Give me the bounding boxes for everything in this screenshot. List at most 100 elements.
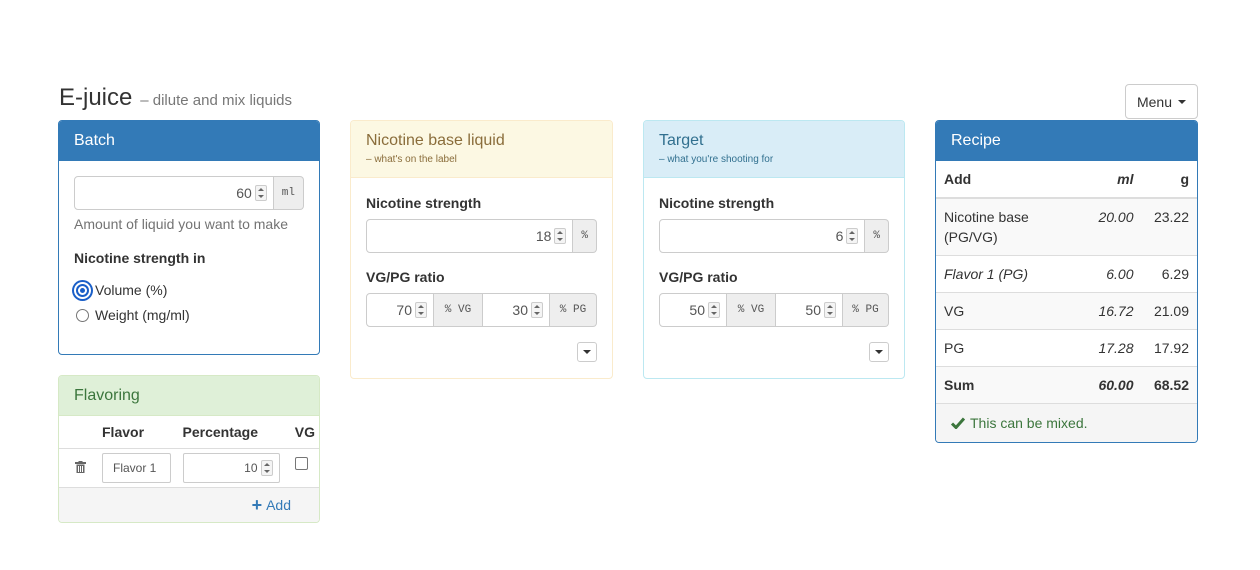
base-ratio-label: VG/PG ratio	[366, 269, 445, 285]
table-row: VG 16.72 21.09	[936, 292, 1197, 330]
spinner-icon[interactable]	[554, 228, 567, 244]
flavor-vg-checkbox[interactable]	[294, 456, 308, 470]
base-pg-value: 30	[512, 302, 528, 318]
nicotine-base-subtitle: – what's on the label	[366, 154, 457, 165]
target-strength-group: 6 %	[659, 219, 889, 253]
target-vg-unit: % VG	[727, 293, 775, 327]
nicotine-base-title: Nicotine base liquid	[366, 132, 505, 149]
radio-volume-label: Volume (%)	[95, 282, 168, 298]
recipe-row-name: VG	[936, 292, 1086, 330]
recipe-row-ml: 6.00	[1086, 255, 1142, 293]
page-subtitle: – dilute and mix liquids	[140, 92, 293, 109]
add-flavor-button[interactable]: + Add	[252, 496, 291, 514]
batch-panel: Batch 60 ml Amount of liquid you want to…	[58, 120, 320, 355]
target-pg-unit: % PG	[843, 293, 889, 327]
base-vg-input[interactable]: 70	[366, 293, 434, 327]
target-strength-unit: %	[865, 219, 889, 253]
col-flavor: Flavor	[102, 423, 145, 440]
base-strength-label: Nicotine strength	[366, 195, 482, 211]
spinner-icon[interactable]	[254, 185, 267, 201]
base-expand-button[interactable]	[577, 342, 597, 362]
nicotine-base-panel: Nicotine base liquid – what's on the lab…	[350, 120, 613, 379]
radio-checked-icon[interactable]	[76, 283, 89, 297]
col-ml: ml	[1086, 161, 1142, 199]
recipe-row-name: Nicotine base (PG/VG)	[936, 197, 1086, 256]
target-strength-input[interactable]: 6	[659, 219, 866, 253]
flavoring-table: Flavor Percentage VG Flavor 1 10	[59, 416, 319, 488]
recipe-row-name: Flavor 1 (PG)	[936, 255, 1086, 293]
caret-down-icon	[1178, 99, 1187, 104]
recipe-footer: This can be mixed.	[936, 403, 1197, 442]
recipe-row-ml: 16.72	[1086, 292, 1142, 330]
target-strength-value: 6	[835, 228, 844, 244]
radio-weight[interactable]: Weight (mg/ml)	[76, 307, 304, 323]
base-ratio-group: 70 % VG 30 % PG	[366, 293, 597, 327]
caret-down-icon	[875, 350, 883, 354]
amount-input[interactable]: 60	[74, 176, 274, 210]
flavor-percentage-value: 10	[244, 461, 258, 476]
recipe-row-g: 21.09	[1141, 292, 1197, 330]
spinner-icon[interactable]	[531, 302, 543, 318]
spinner-icon[interactable]	[708, 302, 720, 318]
page-title: E-juice	[59, 84, 133, 111]
recipe-row-g: 23.22	[1141, 197, 1197, 256]
nicotine-base-heading: Nicotine base liquid – what's on the lab…	[351, 121, 612, 178]
flavoring-panel: Flavoring Flavor Percentage VG Flavor 1	[58, 375, 320, 523]
radio-weight-label: Weight (mg/ml)	[95, 307, 190, 323]
target-expand-button[interactable]	[869, 342, 889, 362]
base-strength-input[interactable]: 18	[366, 219, 574, 253]
flavor-percentage-input[interactable]: 10	[182, 453, 280, 484]
col-add: Add	[936, 161, 1086, 199]
base-vg-value: 70	[396, 302, 412, 318]
target-panel: Target – what you're shooting for Nicoti…	[643, 120, 905, 379]
recipe-status: This can be mixed.	[970, 415, 1088, 431]
target-vg-input[interactable]: 50	[659, 293, 727, 327]
target-heading: Target – what you're shooting for	[644, 121, 904, 178]
recipe-row-ml: 17.28	[1086, 329, 1142, 367]
menu-button[interactable]: Menu	[1125, 84, 1198, 119]
radio-volume[interactable]: Volume (%)	[76, 282, 304, 298]
recipe-sum-g: 68.52	[1141, 366, 1197, 403]
table-row: Nicotine base (PG/VG) 20.00 23.22	[936, 197, 1197, 256]
flavor-name-input[interactable]: Flavor 1	[102, 453, 171, 484]
recipe-title: Recipe	[951, 132, 1001, 149]
spinner-icon[interactable]	[415, 302, 427, 318]
col-g: g	[1141, 161, 1197, 199]
col-vg: VG	[294, 423, 316, 440]
recipe-heading: Recipe	[936, 121, 1197, 161]
recipe-row-name: PG	[936, 329, 1086, 367]
target-pg-input[interactable]: 50	[775, 293, 843, 327]
flavoring-heading: Flavoring	[59, 376, 319, 416]
flavoring-footer: + Add	[59, 487, 319, 522]
flavoring-title: Flavoring	[74, 387, 140, 404]
caret-down-icon	[583, 350, 591, 354]
recipe-table: Add ml g Nicotine base (PG/VG) 20.00 23.…	[936, 161, 1197, 403]
radio-unchecked-icon[interactable]	[76, 308, 89, 322]
spinner-icon[interactable]	[260, 460, 273, 477]
spinner-icon[interactable]	[824, 302, 836, 318]
base-strength-value: 18	[535, 228, 552, 244]
amount-value: 60	[236, 185, 252, 201]
batch-heading: Batch	[59, 121, 319, 161]
amount-help: Amount of liquid you want to make	[74, 216, 289, 232]
target-vg-value: 50	[689, 302, 705, 318]
base-pg-input[interactable]: 30	[482, 293, 550, 327]
checkmark-icon	[951, 417, 965, 429]
strength-unit-label: Nicotine strength in	[74, 250, 206, 266]
amount-unit: ml	[273, 176, 304, 210]
base-strength-group: 18 %	[366, 219, 597, 253]
table-row: PG 17.28 17.92	[936, 329, 1197, 367]
trash-icon[interactable]	[74, 461, 86, 474]
menu-label: Menu	[1136, 93, 1173, 110]
recipe-row-ml: 20.00	[1086, 197, 1142, 256]
base-pg-unit: % PG	[550, 293, 597, 327]
spinner-icon[interactable]	[846, 228, 859, 244]
target-title: Target	[659, 132, 704, 149]
amount-input-group: 60 ml	[74, 176, 304, 210]
recipe-row-g: 6.29	[1141, 255, 1197, 293]
recipe-sum-name: Sum	[936, 366, 1086, 403]
table-row: Flavor 1 (PG) 6.00 6.29	[936, 255, 1197, 293]
target-strength-label: Nicotine strength	[659, 195, 775, 211]
recipe-sum-ml: 60.00	[1086, 366, 1142, 403]
table-row: Flavor 1 10	[59, 448, 319, 488]
